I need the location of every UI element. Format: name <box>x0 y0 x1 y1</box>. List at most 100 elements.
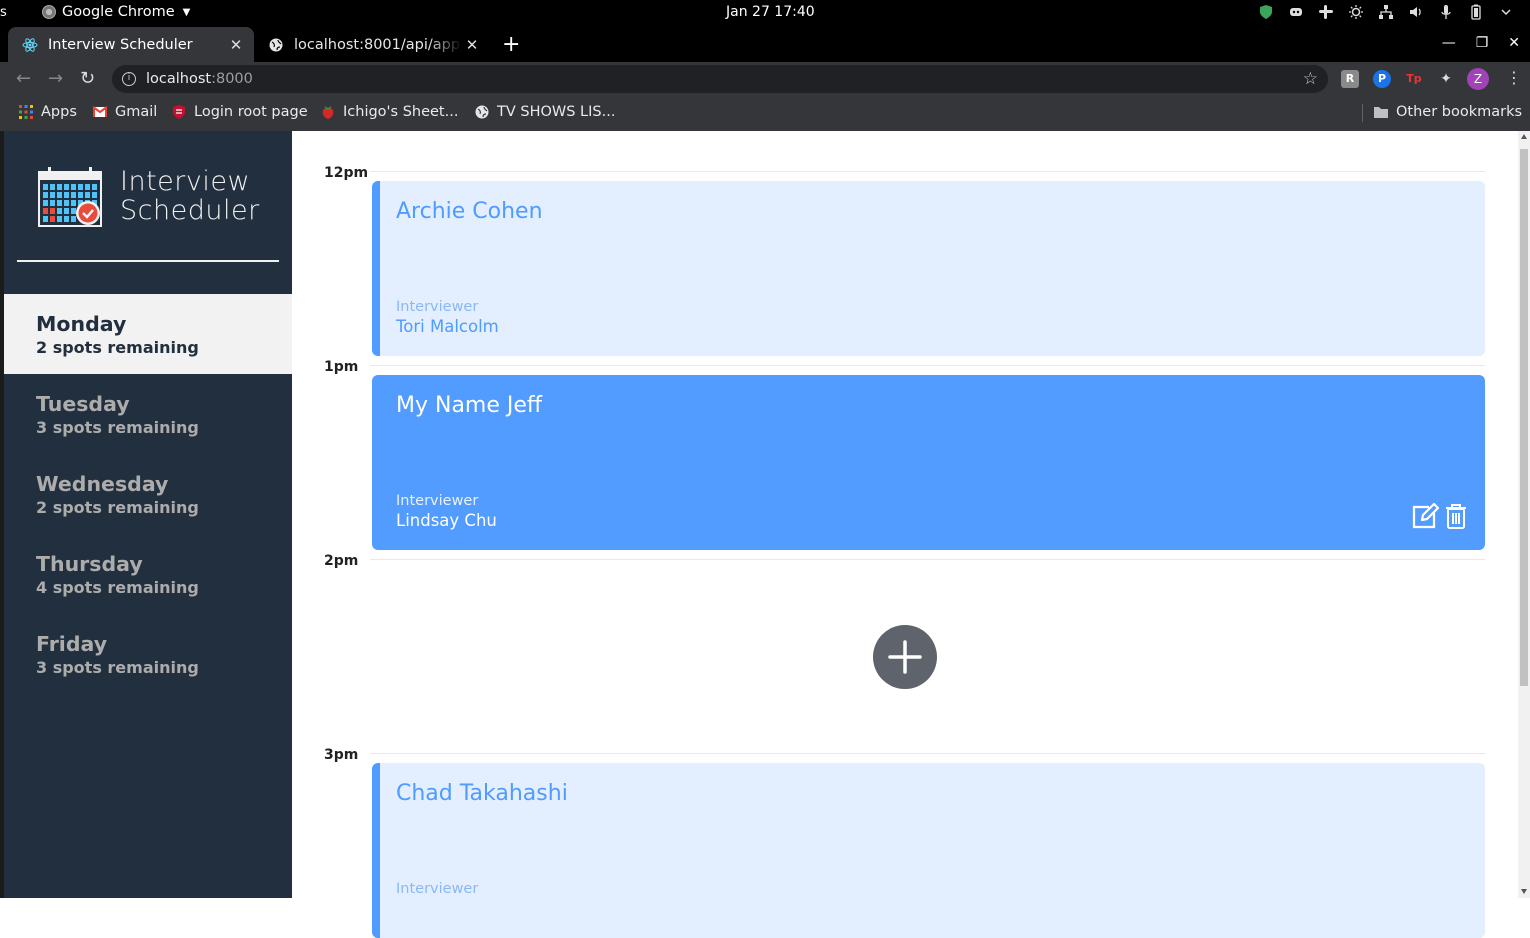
day-spots: 3 spots remaining <box>36 658 199 677</box>
interviewer-label: Interviewer <box>396 881 479 897</box>
address-bar[interactable]: i localhost:8000 ☆ <box>112 65 1328 93</box>
tab-title: localhost:8001/api/appoi <box>294 36 462 53</box>
day-spots: 3 spots remaining <box>36 418 199 437</box>
bookmark-star-icon[interactable]: ☆ <box>1303 69 1318 89</box>
day-item-tuesday[interactable]: Tuesday 3 spots remaining <box>4 374 292 454</box>
password-extension-icon[interactable]: P <box>1373 70 1391 88</box>
tab-close-icon[interactable]: ✕ <box>462 36 482 54</box>
slot-divider <box>370 365 1485 366</box>
student-name: My Name Jeff <box>396 393 543 418</box>
appointment-card[interactable]: My Name Jeff Interviewer Lindsay Chu <box>372 375 1485 550</box>
app-menu[interactable]: Google Chrome ▼ <box>42 4 190 20</box>
scroll-down-icon[interactable] <box>1521 889 1527 894</box>
microphone-icon[interactable] <box>1438 4 1454 20</box>
bookmark-gmail[interactable]: Gmail <box>92 104 157 120</box>
url-port: :8000 <box>211 71 253 87</box>
trash-icon[interactable] <box>1445 503 1467 529</box>
interviewer-label: Interviewer <box>396 493 479 509</box>
battery-icon[interactable] <box>1468 4 1484 20</box>
brand-line-1: Interview <box>120 166 251 197</box>
new-tab-button[interactable]: + <box>502 32 520 57</box>
restore-icon[interactable]: ❐ <box>1476 35 1489 51</box>
bookmark-label: Apps <box>41 104 77 120</box>
bookmark-tv-shows[interactable]: TV SHOWS LIS... <box>474 104 615 120</box>
extensions-puzzle-icon[interactable]: ✦ <box>1437 70 1455 88</box>
add-appointment-button[interactable] <box>873 625 937 689</box>
day-name: Thursday <box>36 552 143 576</box>
system-clock[interactable]: Jan 27 17:40 <box>726 4 815 20</box>
edit-icon[interactable] <box>1411 503 1439 529</box>
close-window-icon[interactable]: ✕ <box>1508 35 1520 51</box>
scroll-up-icon[interactable] <box>1521 134 1527 139</box>
react-favicon-icon <box>22 37 38 53</box>
calendar-logo-icon <box>38 167 102 227</box>
bookmark-label: Ichigo's Sheet... <box>343 104 459 120</box>
activities-edge[interactable]: s <box>0 5 7 20</box>
tab-close-icon[interactable]: ✕ <box>226 36 246 54</box>
scrollbar-thumb[interactable] <box>1520 149 1528 686</box>
bookmark-ichigo-sheet[interactable]: Ichigo's Sheet... <box>320 104 458 120</box>
caret-down-icon: ▼ <box>182 6 191 18</box>
forward-arrow-icon[interactable]: → <box>48 68 63 89</box>
chrome-menu-icon[interactable]: ⋮ <box>1506 68 1522 87</box>
discord-icon[interactable] <box>1288 4 1304 20</box>
day-spots: 2 spots remaining <box>36 498 199 517</box>
slack-icon[interactable] <box>1318 4 1334 20</box>
bookmark-other[interactable]: Other bookmarks <box>1373 104 1522 120</box>
globe-icon <box>475 105 489 119</box>
day-item-wednesday[interactable]: Wednesday 2 spots remaining <box>4 454 292 534</box>
day-item-thursday[interactable]: Thursday 4 spots remaining <box>4 534 292 614</box>
bookmark-apps[interactable]: Apps <box>18 104 77 120</box>
page-scrollbar[interactable] <box>1518 131 1530 898</box>
appointment-card[interactable]: Chad Takahashi Interviewer <box>372 763 1485 938</box>
tab-api-appointments[interactable]: localhost:8001/api/appoi ✕ <box>254 27 490 62</box>
slot-divider <box>370 559 1485 560</box>
brightness-icon[interactable] <box>1348 4 1364 20</box>
day-name: Tuesday <box>36 392 130 416</box>
system-tray <box>1258 4 1514 20</box>
power-menu-icon[interactable] <box>1498 4 1514 20</box>
brand-line-2: Scheduler <box>120 195 260 226</box>
appointment-card[interactable]: Archie Cohen Interviewer Tori Malcolm <box>372 181 1485 356</box>
strawberry-icon <box>322 106 334 119</box>
day-spots: 2 spots remaining <box>36 338 199 357</box>
brand-name: Interview Scheduler <box>120 167 260 225</box>
site-info-icon[interactable]: i <box>122 72 136 86</box>
day-item-friday[interactable]: Friday 3 spots remaining <box>4 614 292 694</box>
volume-icon[interactable] <box>1408 4 1424 20</box>
appointment-actions <box>1411 503 1467 529</box>
tab-strip: Interview Scheduler ✕ localhost:8001/api… <box>0 27 1530 62</box>
chrome-logo-icon <box>42 5 56 19</box>
bookmark-label: TV SHOWS LIS... <box>497 104 616 120</box>
bookmark-login-root[interactable]: Login root page <box>171 104 308 120</box>
shield-icon[interactable] <box>1258 4 1274 20</box>
gmail-icon <box>92 106 108 117</box>
time-label: 3pm <box>324 747 359 763</box>
bookmark-label: Login root page <box>194 104 308 120</box>
window-controls: — ❐ ✕ <box>1442 35 1520 51</box>
day-name: Wednesday <box>36 472 169 496</box>
tab-interview-scheduler[interactable]: Interview Scheduler ✕ <box>8 27 254 62</box>
time-label: 12pm <box>324 165 369 181</box>
interviewer-name: Lindsay Chu <box>396 511 497 530</box>
brand-divider <box>17 260 279 262</box>
extension-icon[interactable]: R <box>1341 70 1359 88</box>
browser-toolbar: ← → ↻ i localhost:8000 ☆ R P Tp ✦ Z ⋮ <box>0 62 1530 96</box>
day-item-monday[interactable]: Monday 2 spots remaining <box>4 294 292 374</box>
bookmark-label: Gmail <box>115 104 158 120</box>
network-icon[interactable] <box>1378 4 1394 20</box>
apps-grid-icon <box>19 105 33 119</box>
interviewer-name: Tori Malcolm <box>396 317 499 336</box>
sidebar: Interview Scheduler Monday 2 spots remai… <box>4 131 292 898</box>
reload-icon[interactable]: ↻ <box>80 68 95 89</box>
minimize-icon[interactable]: — <box>1442 35 1456 51</box>
tab-title: Interview Scheduler <box>48 36 193 53</box>
brand: Interview Scheduler <box>38 167 260 227</box>
day-name: Friday <box>36 632 108 656</box>
student-name: Archie Cohen <box>396 199 543 224</box>
day-spots: 4 spots remaining <box>36 578 199 597</box>
profile-avatar[interactable]: Z <box>1467 68 1489 90</box>
back-arrow-icon[interactable]: ← <box>16 68 31 89</box>
app-name: Google Chrome <box>62 4 175 20</box>
tp-extension-icon[interactable]: Tp <box>1405 70 1423 88</box>
